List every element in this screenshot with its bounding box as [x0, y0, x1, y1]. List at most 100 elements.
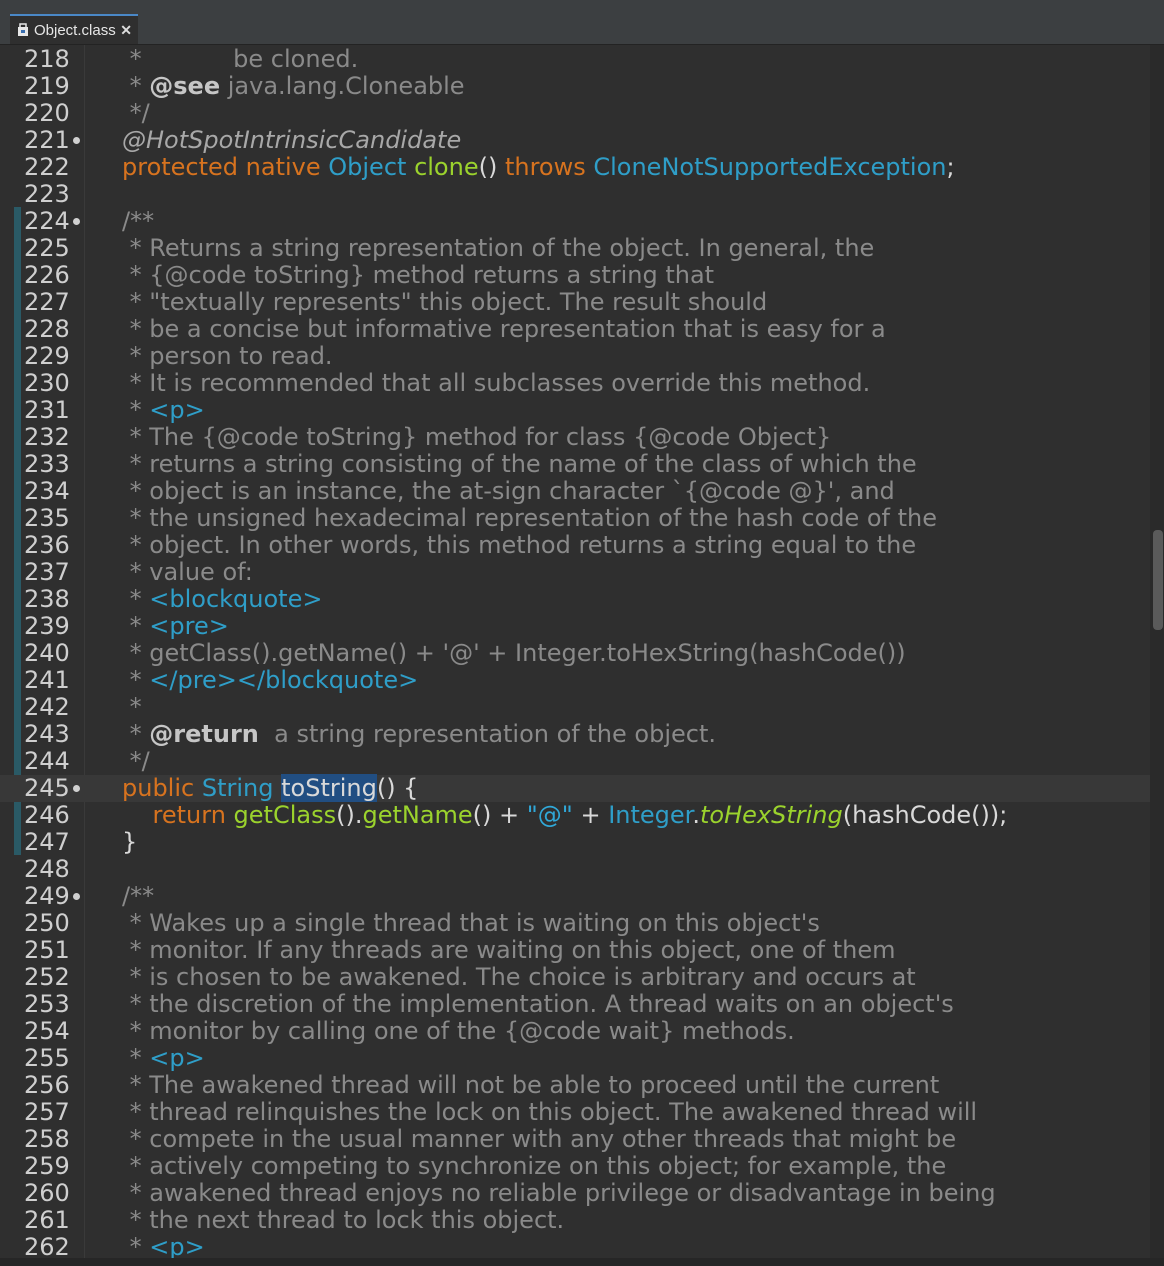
- code-text: * thread relinquishes the lock on this o…: [122, 1099, 977, 1126]
- code-line-229[interactable]: 229 * person to read.: [0, 343, 1150, 370]
- code-line-222[interactable]: 222 protected native Object clone() throw…: [0, 154, 1150, 181]
- code-line-246[interactable]: 246 return getClass().getName() + "@" + …: [0, 802, 1150, 829]
- code-text: * actively competing to synchronize on t…: [122, 1153, 947, 1180]
- line-number: 242: [24, 693, 70, 721]
- code-line-244[interactable]: 244 */: [0, 748, 1150, 775]
- code-line-262[interactable]: 262 * <p>: [0, 1233, 1150, 1259]
- line-number: 253: [24, 990, 70, 1018]
- code-line-251[interactable]: 251 * monitor. If any threads are waitin…: [0, 937, 1150, 964]
- code-line-261[interactable]: 261 * the next thread to lock this objec…: [0, 1207, 1150, 1234]
- code-line-253[interactable]: 253 * the discretion of the implementati…: [0, 991, 1150, 1018]
- code-line-255[interactable]: 255 * <p>: [0, 1045, 1150, 1072]
- code-line-224[interactable]: 224 /**: [0, 208, 1150, 235]
- code-line-218[interactable]: 218 * be cloned.: [0, 46, 1150, 73]
- code-line-258[interactable]: 258 * compete in the usual manner with a…: [0, 1126, 1150, 1153]
- code-line-245[interactable]: 245 public String toString() {: [0, 774, 1150, 802]
- code-line-220[interactable]: 220 */: [0, 100, 1150, 127]
- line-number: 262: [24, 1233, 70, 1259]
- code-line-242[interactable]: 242 *: [0, 694, 1150, 721]
- code-token: protected native: [122, 153, 329, 181]
- vertical-scrollbar-thumb[interactable]: [1153, 530, 1163, 630]
- code-token: toHexString: [700, 801, 843, 829]
- line-number: 220: [24, 99, 70, 127]
- code-line-256[interactable]: 256 * The awakened thread will not be ab…: [0, 1072, 1150, 1099]
- line-number: 259: [24, 1152, 70, 1180]
- code-token: *: [122, 720, 150, 748]
- code-line-252[interactable]: 252 * is chosen to be awakened. The choi…: [0, 964, 1150, 991]
- code-line-223[interactable]: 223: [0, 181, 1150, 208]
- horizontal-scrollbar[interactable]: [0, 1258, 1164, 1266]
- tab-object-class[interactable]: Object.class ✕: [10, 14, 138, 44]
- code-token: @HotSpotIntrinsicCandidate: [122, 126, 462, 154]
- line-number: 248: [24, 855, 70, 883]
- line-number: 252: [24, 963, 70, 991]
- code-line-226[interactable]: 226 * {@code toString} method returns a …: [0, 262, 1150, 289]
- line-number: 251: [24, 936, 70, 964]
- fold-toggle-icon[interactable]: [73, 893, 80, 900]
- code-line-250[interactable]: 250 * Wakes up a single thread that is w…: [0, 910, 1150, 937]
- code-line-243[interactable]: 243 * @return a string representation of…: [0, 721, 1150, 748]
- code-token: <p>: [149, 1044, 205, 1072]
- code-line-239[interactable]: 239 * <pre>: [0, 613, 1150, 640]
- fold-toggle-icon[interactable]: [73, 218, 80, 225]
- code-line-254[interactable]: 254 * monitor by calling one of the {@co…: [0, 1018, 1150, 1045]
- line-number: 221: [24, 126, 70, 154]
- code-line-260[interactable]: 260 * awakened thread enjoys no reliable…: [0, 1180, 1150, 1207]
- line-number: 225: [24, 234, 70, 262]
- code-text: * object is an instance, the at-sign cha…: [122, 478, 895, 505]
- line-number: 239: [24, 612, 70, 640]
- close-tab-icon[interactable]: ✕: [120, 22, 132, 39]
- vertical-scrollbar[interactable]: [1150, 45, 1164, 1258]
- code-token: throws: [504, 153, 594, 181]
- fold-toggle-icon[interactable]: [73, 785, 80, 792]
- code-token: /**: [122, 882, 155, 910]
- code-editor[interactable]: 218 * be cloned. 219 * @see java.lang.Clo…: [0, 45, 1150, 1258]
- code-token: <blockquote>: [149, 585, 323, 613]
- code-token: * The {@code toString} method for class …: [122, 423, 832, 451]
- code-text: * "textually represents" this object. Th…: [122, 289, 768, 316]
- code-line-240[interactable]: 240 * getClass().getName() + '@' + Integ…: [0, 640, 1150, 667]
- code-text: * returns a string consisting of the nam…: [122, 451, 917, 478]
- code-token: +: [572, 801, 609, 829]
- code-line-247[interactable]: 247}: [0, 829, 1150, 856]
- code-text: }: [122, 829, 137, 856]
- code-token: public: [122, 774, 202, 802]
- code-line-248[interactable]: 248: [0, 856, 1150, 883]
- line-number: 238: [24, 585, 70, 613]
- code-line-259[interactable]: 259 * actively competing to synchronize …: [0, 1153, 1150, 1180]
- code-token: ().: [336, 801, 363, 829]
- code-line-234[interactable]: 234 * object is an instance, the at-sign…: [0, 478, 1150, 505]
- code-token: * Wakes up a single thread that is waiti…: [122, 909, 820, 937]
- code-text: @HotSpotIntrinsicCandidate: [122, 127, 461, 154]
- code-line-231[interactable]: 231 * <p>: [0, 397, 1150, 424]
- code-token: CloneNotSupportedException: [593, 153, 947, 181]
- fold-toggle-icon[interactable]: [73, 137, 80, 144]
- line-number: 243: [24, 720, 70, 748]
- code-line-228[interactable]: 228 * be a concise but informative repre…: [0, 316, 1150, 343]
- code-line-235[interactable]: 235 * the unsigned hexadecimal represent…: [0, 505, 1150, 532]
- line-number: 219: [24, 72, 70, 100]
- code-line-233[interactable]: 233 * returns a string consisting of the…: [0, 451, 1150, 478]
- code-line-237[interactable]: 237 * value of:: [0, 559, 1150, 586]
- code-token: * getClass().getName() + '@' + Integer.t…: [122, 639, 906, 667]
- code-line-236[interactable]: 236 * object. In other words, this metho…: [0, 532, 1150, 559]
- code-token: * returns a string consisting of the nam…: [122, 450, 917, 478]
- code-token: </pre></blockquote>: [149, 666, 419, 694]
- code-line-219[interactable]: 219 * @see java.lang.Cloneable: [0, 73, 1150, 100]
- code-line-238[interactable]: 238 * <blockquote>: [0, 586, 1150, 613]
- code-line-249[interactable]: 249 /**: [0, 883, 1150, 910]
- code-token: *: [122, 396, 150, 424]
- code-line-227[interactable]: 227 * "textually represents" this object…: [0, 289, 1150, 316]
- code-line-221[interactable]: 221 @HotSpotIntrinsicCandidate: [0, 127, 1150, 154]
- code-text: * <pre>: [122, 613, 229, 640]
- code-text: * value of:: [122, 559, 253, 586]
- code-line-230[interactable]: 230 * It is recommended that all subclas…: [0, 370, 1150, 397]
- line-number: 236: [24, 531, 70, 559]
- code-line-232[interactable]: 232 * The {@code toString} method for cl…: [0, 424, 1150, 451]
- code-token: (): [478, 153, 505, 181]
- code-line-225[interactable]: 225 * Returns a string representation of…: [0, 235, 1150, 262]
- code-line-257[interactable]: 257 * thread relinquishes the lock on th…: [0, 1099, 1150, 1126]
- code-line-241[interactable]: 241 * </pre></blockquote>: [0, 667, 1150, 694]
- line-number: 234: [24, 477, 70, 505]
- code-token: String: [201, 774, 282, 802]
